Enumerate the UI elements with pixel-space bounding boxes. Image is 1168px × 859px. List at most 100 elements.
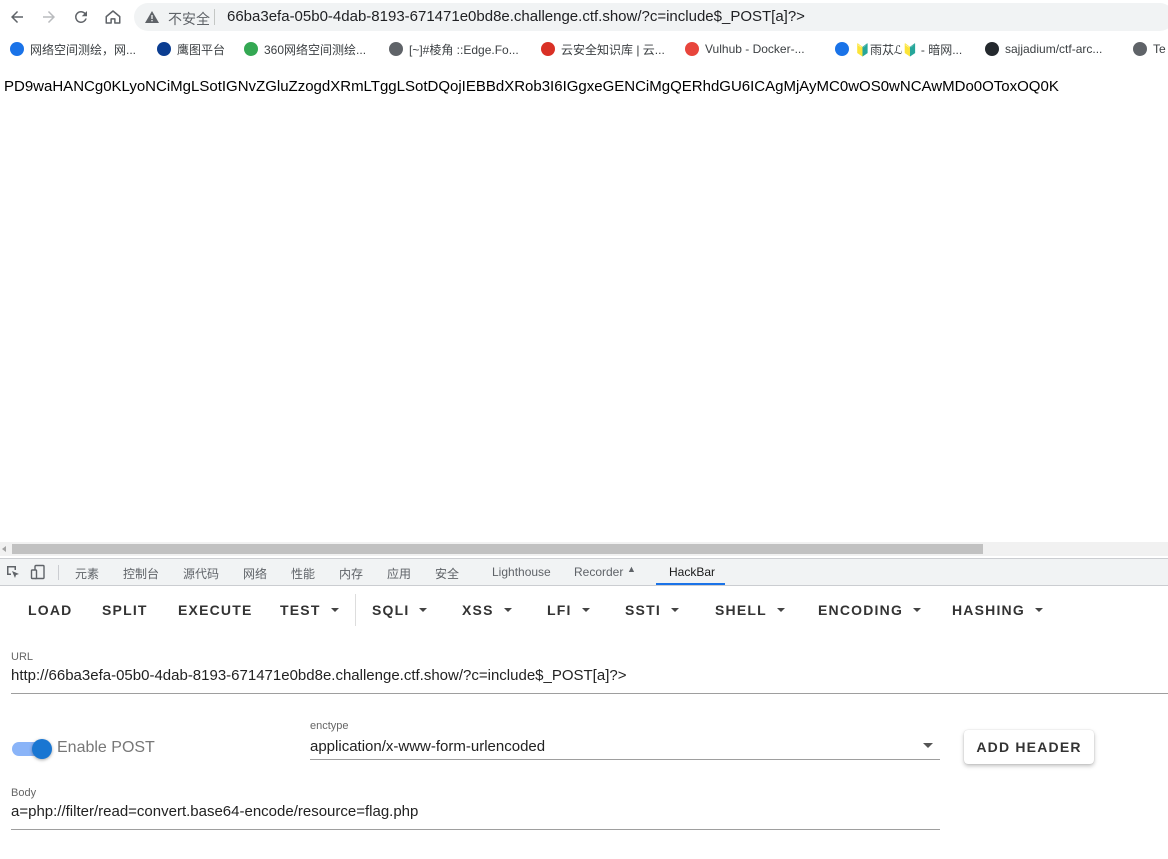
test-button[interactable]: TEST: [280, 602, 339, 618]
bookmark-item[interactable]: Vulhub - Docker-...: [685, 41, 805, 57]
body-input[interactable]: a=php://filter/read=convert.base64-encod…: [11, 803, 418, 820]
hackbar-button-label: SSTI: [625, 602, 661, 618]
page-output-text: PD9waHANCg0KLyoNCiMgLSotIGNvZGluZzogdXRm…: [4, 78, 1059, 95]
warning-icon: [145, 11, 159, 23]
bookmarks-bar: 网络空间测绘，网... 鹰图平台 360网络空间测绘... [~]#棱角 ::Edge…: [0, 34, 1168, 64]
bookmark-label: Vulhub - Docker-...: [705, 42, 805, 56]
tab-hackbar[interactable]: HackBar: [669, 565, 715, 579]
tab-application[interactable]: 应用: [387, 565, 411, 582]
split-button[interactable]: SPLIT: [102, 602, 148, 618]
load-button[interactable]: LOAD: [28, 602, 72, 618]
scroll-left-icon[interactable]: [2, 546, 6, 552]
enable-post-toggle[interactable]: [12, 739, 52, 759]
bookmark-label: 🔰雨苁ℒ🔰 - 暗网...: [855, 42, 963, 57]
flask-icon: ▲: [627, 564, 636, 574]
back-button[interactable]: [5, 5, 29, 29]
caret-down-icon: [581, 608, 590, 612]
browser-toolbar: 不安全 66ba3efa-05b0-4dab-8193-671471e0bd8e…: [0, 0, 1168, 34]
execute-button[interactable]: EXECUTE: [178, 602, 253, 618]
enable-post-label: Enable POST: [57, 739, 155, 756]
forward-button[interactable]: [37, 5, 61, 29]
hackbar-button-label: LFI: [547, 602, 572, 618]
eagle-icon: [157, 42, 171, 56]
bookmark-label: sajjadium/ctf-arc...: [1005, 42, 1103, 56]
chevron-down-icon[interactable]: [923, 743, 933, 748]
add-header-button[interactable]: ADD HEADER: [964, 730, 1094, 764]
bookmark-label: Te: [1153, 42, 1166, 56]
hackbar-divider: [355, 594, 356, 626]
scrollbar-thumb[interactable]: [12, 544, 983, 554]
tab-recorder[interactable]: Recorder: [574, 565, 623, 579]
tab-lighthouse[interactable]: Lighthouse: [492, 565, 551, 579]
hashing-button[interactable]: HASHING: [952, 602, 1043, 618]
hackbar-toolbar: LOAD SPLIT EXECUTE TEST SQLI XSS LFI SSTI SHELL E…: [0, 586, 1168, 634]
hackbar-button-label: EXECUTE: [178, 602, 253, 618]
lfi-button[interactable]: LFI: [547, 602, 590, 618]
devtools-divider: [58, 565, 59, 580]
arrow-left-icon: [11, 11, 23, 23]
tab-sources[interactable]: 源代码: [183, 565, 219, 582]
bookmark-label: 网络空间测绘，网...: [30, 42, 137, 57]
globe-icon: [1133, 42, 1147, 56]
caret-down-icon: [503, 608, 512, 612]
360-icon: [244, 42, 258, 56]
hackbar-button-label: SHELL: [715, 602, 767, 618]
bookmark-item[interactable]: Te: [1133, 41, 1166, 57]
address-bar[interactable]: 不安全 66ba3efa-05b0-4dab-8193-671471e0bd8e…: [134, 3, 1168, 31]
bookmark-item[interactable]: [~]#棱角 ::Edge.Fo...: [389, 41, 519, 57]
caret-down-icon: [1034, 608, 1043, 612]
omnibox-divider: [214, 9, 215, 25]
hackbar-button-label: SPLIT: [102, 602, 148, 618]
active-tab-indicator: [656, 583, 725, 585]
bookmark-item[interactable]: 🔰雨苁ℒ🔰 - 暗网...: [835, 41, 962, 57]
vulhub-icon: [685, 42, 699, 56]
tab-console[interactable]: 控制台: [123, 565, 159, 582]
url-input-underline: [11, 693, 1168, 694]
xss-button[interactable]: XSS: [462, 602, 512, 618]
hackbar-button-label: SQLI: [372, 602, 410, 618]
triangle-icon: [835, 42, 849, 56]
bookmark-label: 云安全知识库 | 云...: [561, 42, 665, 57]
tab-elements[interactable]: 元素: [75, 565, 99, 582]
reload-button[interactable]: [69, 5, 93, 29]
tab-memory[interactable]: 内存: [339, 565, 363, 582]
globe-icon: [10, 42, 24, 56]
url-label: URL: [11, 651, 34, 663]
github-icon: [985, 42, 999, 56]
body-input-underline: [11, 829, 940, 830]
caret-down-icon: [419, 608, 428, 612]
enctype-underline: [310, 759, 940, 760]
caret-down-icon: [670, 608, 679, 612]
device-toolbar-icon[interactable]: [30, 564, 46, 580]
ssti-button[interactable]: SSTI: [625, 602, 679, 618]
tab-network[interactable]: 网络: [243, 565, 267, 582]
reload-icon: [75, 11, 87, 23]
bookmark-item[interactable]: 网络空间测绘，网...: [10, 41, 136, 57]
shell-button[interactable]: SHELL: [715, 602, 785, 618]
arrow-right-icon: [43, 11, 55, 23]
hackbar-button-label: LOAD: [28, 602, 73, 618]
bookmark-item[interactable]: 云安全知识库 | 云...: [541, 41, 665, 57]
hackbar-button-label: XSS: [462, 602, 494, 618]
url-input[interactable]: http://66ba3efa-05b0-4dab-8193-671471e0b…: [11, 667, 626, 684]
address-url[interactable]: 66ba3efa-05b0-4dab-8193-671471e0bd8e.cha…: [227, 8, 805, 25]
caret-down-icon: [776, 608, 785, 612]
cloud-icon: [541, 42, 555, 56]
toggle-knob: [32, 739, 52, 759]
encoding-button[interactable]: ENCODING: [818, 602, 922, 618]
inspect-element-icon[interactable]: [5, 564, 21, 580]
bookmark-item[interactable]: 鹰图平台: [157, 41, 225, 57]
hackbar-button-label: HASHING: [952, 602, 1025, 618]
bookmark-item[interactable]: 360网络空间测绘...: [244, 41, 366, 57]
edge-icon: [389, 42, 403, 56]
home-button[interactable]: [101, 5, 125, 29]
insecure-label: 不安全: [168, 11, 210, 27]
tab-performance[interactable]: 性能: [291, 565, 315, 582]
home-icon: [105, 10, 121, 24]
bookmark-item[interactable]: sajjadium/ctf-arc...: [985, 41, 1102, 57]
horizontal-scrollbar[interactable]: [0, 542, 1168, 556]
enctype-select[interactable]: application/x-www-form-urlencoded: [310, 738, 545, 755]
tab-security[interactable]: 安全: [435, 565, 459, 582]
bookmark-label: [~]#棱角 ::Edge.Fo...: [409, 42, 519, 57]
sqli-button[interactable]: SQLI: [372, 602, 428, 618]
